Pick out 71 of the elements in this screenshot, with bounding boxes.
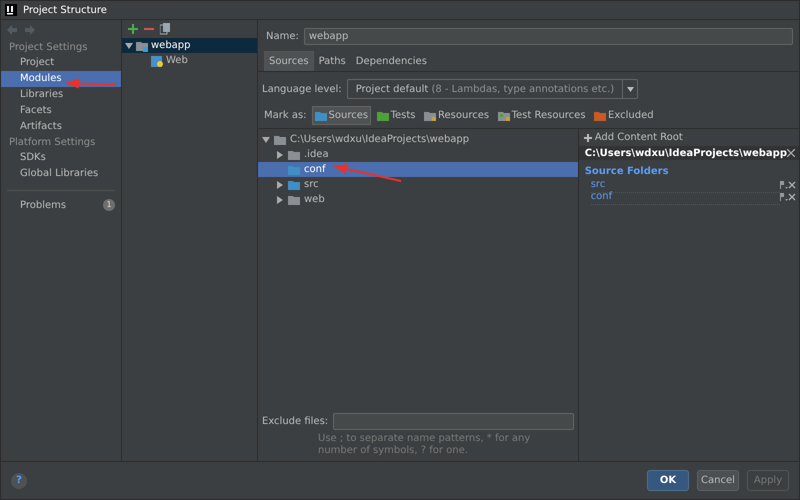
add-content-root-link[interactable]: Add Content Root xyxy=(578,129,799,146)
sidebar-item[interactable]: Artifacts xyxy=(1,119,121,135)
sidebar-item[interactable]: Global Libraries xyxy=(1,166,121,182)
module-tree-row[interactable]: Web xyxy=(122,53,257,68)
close-icon[interactable] xyxy=(788,193,796,201)
module-tree-row[interactable]: webapp xyxy=(122,38,257,53)
close-icon[interactable] xyxy=(787,149,795,157)
sidebar-item[interactable]: Project xyxy=(1,55,121,71)
tab[interactable]: Paths xyxy=(314,51,351,71)
mark-as-button[interactable]: Test Resources xyxy=(494,106,589,125)
content-tree-row[interactable]: conf xyxy=(258,162,578,177)
app-logo-icon xyxy=(5,4,17,16)
edit-properties-icon[interactable] xyxy=(780,181,788,189)
collapsed-arrow-icon[interactable] xyxy=(276,196,284,204)
language-level-label: Language level: xyxy=(262,82,342,96)
exclude-files-field[interactable] xyxy=(333,413,574,430)
mark-as-button[interactable]: Tests xyxy=(374,106,419,125)
mark-as-button[interactable]: Excluded xyxy=(591,106,657,125)
exclude-files-label: Exclude files: xyxy=(262,415,328,429)
dialog-button[interactable]: Cancel xyxy=(697,470,739,491)
window-title: Project Structure xyxy=(23,4,107,18)
problems-item[interactable]: Problems 1 xyxy=(1,197,121,213)
expanded-arrow-icon[interactable] xyxy=(125,42,133,50)
section-heading: Platform Settings xyxy=(8,136,96,150)
close-icon[interactable] xyxy=(788,181,796,189)
folder-icon xyxy=(498,110,510,122)
tab[interactable]: Sources xyxy=(264,51,314,71)
dropdown-arrow-icon xyxy=(626,86,634,92)
source-folders-heading: Source Folders xyxy=(584,165,670,179)
mark-as-button[interactable]: Sources xyxy=(312,106,372,125)
module-folder-icon xyxy=(136,40,148,52)
exclude-files-hint: Use ; to separate name patterns, * for any number of symbols, ? for one. xyxy=(317,432,532,458)
collapsed-arrow-icon[interactable] xyxy=(276,180,284,188)
sidebar-item[interactable]: SDKs xyxy=(1,150,121,166)
module-name: webapp xyxy=(151,39,191,53)
sidebar-item[interactable]: Modules xyxy=(1,71,121,87)
web-facet-icon xyxy=(151,54,163,66)
sidebar-item[interactable]: Facets xyxy=(1,103,121,119)
folder-icon xyxy=(274,134,286,146)
ok-button[interactable]: OK xyxy=(647,470,689,491)
content-root-path: C:\Users\wdxu\IdeaProjects\webapp xyxy=(584,146,787,160)
source-folder-path[interactable]: conf xyxy=(590,189,780,205)
copy-icon[interactable] xyxy=(160,23,170,35)
language-level-dropdown[interactable]: Project default (8 - Lambdas, type annotations etc.) xyxy=(346,79,638,99)
section-heading: Project Settings xyxy=(8,41,88,55)
add-icon[interactable] xyxy=(128,24,138,34)
folder-icon xyxy=(314,110,327,122)
help-button[interactable]: ? xyxy=(11,472,27,488)
problem-count-badge: 1 xyxy=(103,199,115,211)
content-tree-row[interactable]: web xyxy=(258,192,578,207)
expanded-arrow-icon[interactable] xyxy=(262,136,270,144)
folder-icon xyxy=(594,110,606,122)
tab[interactable]: Dependencies xyxy=(350,51,432,71)
edit-properties-icon[interactable] xyxy=(780,193,788,201)
folder-icon xyxy=(288,164,300,176)
annotation-arrow xyxy=(65,78,116,89)
content-tree-row[interactable]: .idea xyxy=(258,147,578,162)
mark-as-label: Mark as: xyxy=(264,109,307,123)
name-label: Name: xyxy=(266,30,299,44)
plus-icon xyxy=(584,134,592,142)
content-tree-row[interactable]: src xyxy=(258,177,578,192)
folder-icon xyxy=(376,110,389,122)
name-field[interactable]: webapp xyxy=(304,28,793,45)
sidebar-item[interactable]: Libraries xyxy=(1,87,121,103)
content-tree-row[interactable]: C:\Users\wdxu\IdeaProjects\webapp xyxy=(258,132,578,147)
folder-icon xyxy=(424,110,436,122)
collapsed-arrow-icon[interactable] xyxy=(276,150,284,158)
module-name: Web xyxy=(166,54,188,68)
folder-icon xyxy=(288,194,300,206)
mark-as-button[interactable]: Resources xyxy=(421,106,492,125)
annotation-arrow xyxy=(333,164,402,182)
